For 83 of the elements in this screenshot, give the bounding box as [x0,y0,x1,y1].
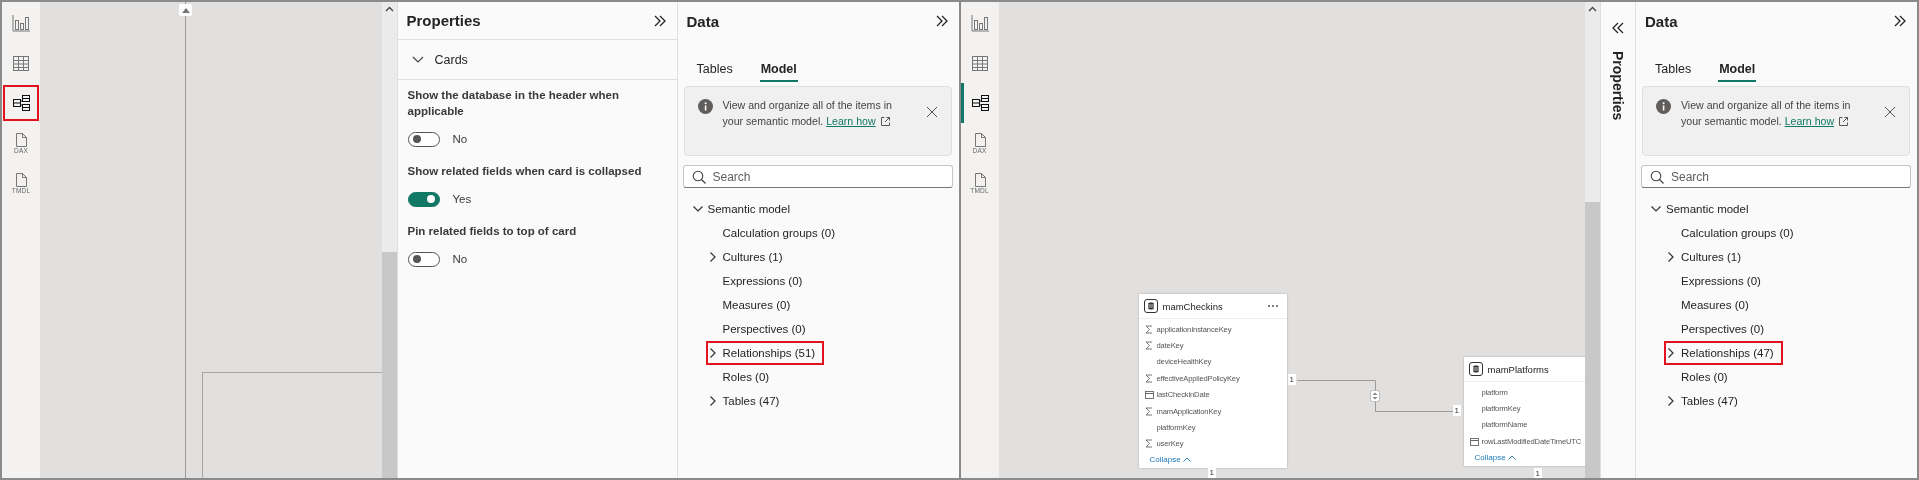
tree-item[interactable]: Relationships (47) [1665,342,1782,364]
toggle-switch[interactable] [407,131,440,147]
table-icon [969,53,990,73]
setting-label: Show related fields when card is collapsed [407,164,643,179]
tab[interactable]: Model [1718,57,1757,82]
tree-item[interactable]: Cultures (1) [706,246,791,268]
tab[interactable]: Tables [695,57,734,82]
panel-title: Data [1645,12,1678,30]
tree-item[interactable]: Measures (0) [706,294,799,316]
external-link-icon [879,115,891,127]
tree-item[interactable]: Roles (0) [706,366,778,388]
tree-item[interactable]: Roles (0) [1665,366,1736,388]
toggle-value: Yes [452,193,472,205]
tree-item[interactable]: Cultures (1) [1665,246,1750,268]
view-button[interactable] [4,86,38,120]
cardinality-label: 1 [1207,467,1216,478]
tree-item[interactable]: Tables (47) [1665,390,1746,412]
collapse-button[interactable]: Collapse [1138,452,1191,469]
triangle-icon [181,7,190,13]
table-icon [11,53,31,73]
setting-label: Show the database in the header when applicable [407,88,620,119]
close-icon [925,106,938,118]
calendar-icon [1144,390,1154,400]
info-text: View and organize all of the items in your semantic model. Learn how [1681,98,1852,129]
cardinality-label: 1 [1287,374,1296,385]
caret-icon [1588,6,1597,12]
tree-item[interactable]: Expressions (0) [1665,270,1769,292]
tree-item[interactable]: Perspectives (0) [706,318,814,340]
sigma-icon [1144,406,1153,416]
table-icon [1468,362,1483,376]
caret-icon [1507,454,1516,460]
caret-icon [384,6,394,12]
sigma-icon [1144,373,1153,383]
toggle-value: No [452,133,468,145]
toggle-value: No [452,253,468,265]
panel-title: Properties [406,12,481,29]
more-icon [1266,304,1279,308]
cardinality-label: 1 [1452,405,1461,416]
tree-item[interactable]: Tables (47) [706,390,788,412]
tree-item[interactable]: Semantic model [1650,198,1757,220]
double-chevron-icon [1892,13,1908,29]
search-icon [1650,169,1664,184]
external-link-icon [1838,115,1850,127]
collapse-button[interactable]: Collapse [1463,449,1516,466]
table-name: mamCheckins [1162,300,1224,312]
search-field[interactable]: Search [1641,165,1911,188]
search-icon [691,169,706,184]
double-chevron-icon [1610,20,1626,36]
panel-title: Data [686,12,719,30]
learn-how-link[interactable]: Learn how [826,113,891,129]
learn-how-link[interactable]: Learn how [1784,113,1850,129]
setting-label: Pin related fields to top of card [407,224,578,239]
tab[interactable]: Tables [1654,57,1693,82]
info-icon [697,99,713,114]
close-icon [1884,106,1897,118]
tree-item[interactable]: Perspectives (0) [1665,318,1773,340]
tab[interactable]: Model [759,57,798,82]
info-icon [1656,99,1671,114]
section-header[interactable]: Cards [397,40,677,80]
tree-item[interactable]: Calculation groups (0) [706,222,843,244]
tree-item[interactable]: Measures (0) [1665,294,1757,316]
toggle-switch[interactable] [407,191,440,207]
caret-icon [1182,457,1191,463]
toggle-switch[interactable] [407,251,440,267]
bar-chart-icon [969,13,990,33]
tree-item[interactable]: Expressions (0) [706,270,811,292]
bar-chart-icon [11,13,31,33]
model-icon [11,93,31,113]
scrollbar[interactable] [1585,2,1600,478]
search-field[interactable]: Search [682,165,953,188]
scroll-up-button[interactable] [179,4,192,16]
calendar-icon [1469,436,1479,446]
cross-filter-icon [1369,390,1380,402]
panel-title: Properties [1610,51,1626,121]
table-name: mamPlatforms [1487,363,1550,375]
tree-item[interactable]: Calculation groups (0) [1665,222,1802,244]
table-icon [1143,299,1158,313]
model-icon [969,93,990,113]
tree-item[interactable]: Relationships (51) [706,342,824,364]
sigma-icon [1144,439,1153,449]
tree-item[interactable]: Semantic model [691,198,798,220]
cardinality-label: 1 [1533,468,1542,478]
info-text: View and organize all of the items in your semantic model. Learn how [722,98,893,129]
